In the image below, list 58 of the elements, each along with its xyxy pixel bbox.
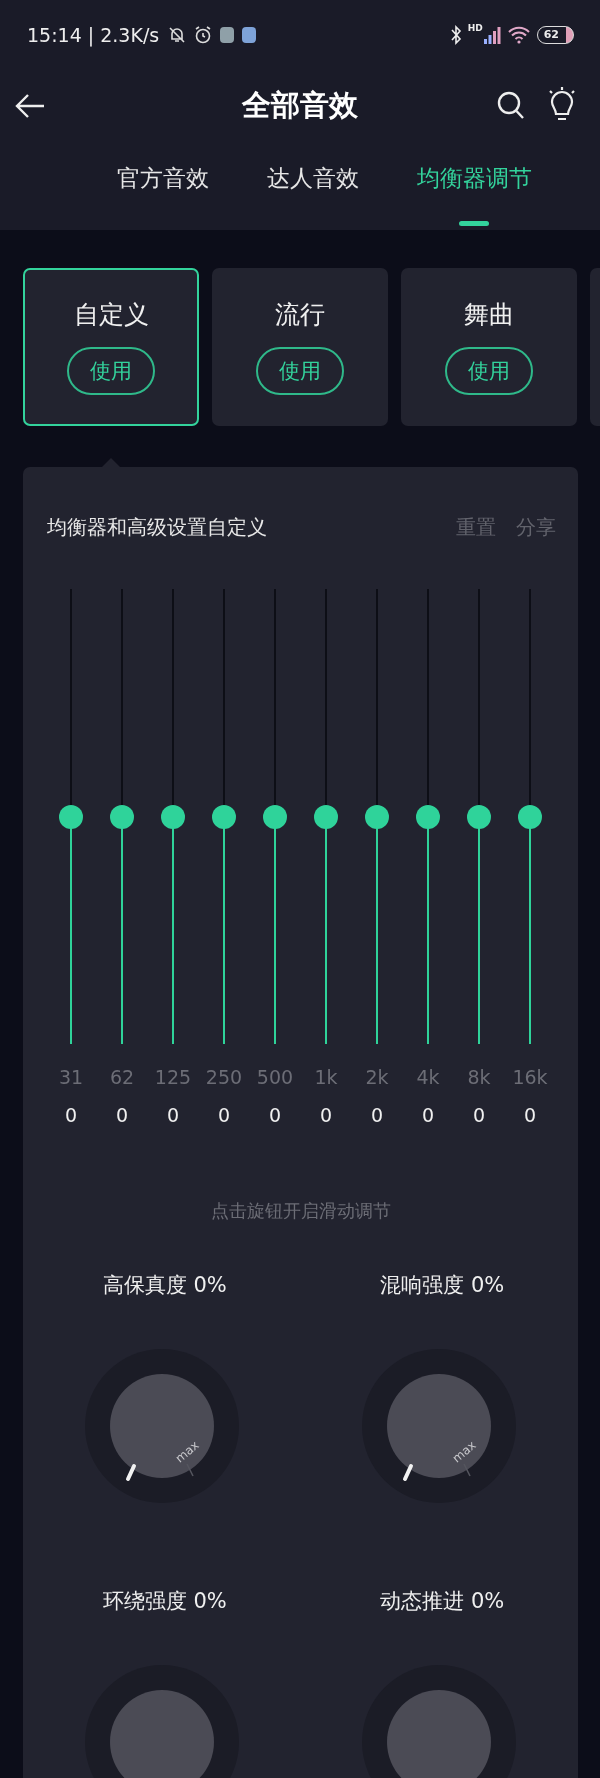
slider-thumb[interactable] bbox=[212, 804, 236, 829]
band-value: 0 bbox=[217, 1104, 231, 1126]
frequency-label: 16k bbox=[512, 1066, 548, 1088]
slider-thumb[interactable] bbox=[59, 804, 83, 829]
slider-thumb[interactable] bbox=[161, 804, 185, 829]
network-label: HD bbox=[467, 23, 483, 33]
panel-title: 均衡器和高级设置自定义 bbox=[47, 513, 267, 541]
use-button[interactable]: 使用 bbox=[256, 347, 344, 395]
knob-label: 混响强度 0% bbox=[379, 1272, 505, 1299]
tab[interactable]: 均衡器调节 bbox=[408, 142, 540, 228]
app-icon bbox=[241, 26, 258, 44]
bluetooth-icon bbox=[449, 24, 462, 46]
band-value: 0 bbox=[370, 1104, 384, 1126]
knob-label: 动态推进 0% bbox=[379, 1588, 505, 1615]
preset-card[interactable]: 流行 使用 bbox=[212, 268, 388, 426]
preset-name: 舞曲 bbox=[464, 299, 514, 331]
frequency-label: 31 bbox=[58, 1066, 84, 1088]
hint-text: 点击旋钮开启滑动调节 bbox=[209, 1199, 392, 1223]
band-value: 0 bbox=[268, 1104, 282, 1126]
band-value: 0 bbox=[319, 1104, 333, 1126]
page-title: 全部音效 bbox=[241, 87, 359, 124]
tab[interactable]: 达人音效 bbox=[258, 142, 367, 228]
band-value: 0 bbox=[64, 1104, 78, 1126]
slider-thumb[interactable] bbox=[518, 804, 542, 829]
slider-thumb[interactable] bbox=[263, 804, 287, 829]
frequency-label: 250 bbox=[205, 1066, 243, 1088]
app-icon bbox=[219, 26, 236, 44]
status-time: 15:14 | 2.3K/s bbox=[27, 24, 160, 46]
frequency-label: 2k bbox=[365, 1066, 389, 1088]
preset-card[interactable]: 自定义 使用 bbox=[23, 268, 199, 426]
frequency-label: 125 bbox=[154, 1066, 192, 1088]
preset-card[interactable]: 舞曲 使用 bbox=[401, 268, 577, 426]
band-value: 0 bbox=[523, 1104, 537, 1126]
use-button[interactable]: 使用 bbox=[445, 347, 533, 395]
preset-name: 流行 bbox=[275, 299, 325, 331]
frequency-label: 62 bbox=[109, 1066, 135, 1088]
band-value: 0 bbox=[115, 1104, 129, 1126]
tab[interactable]: 官方音效 bbox=[108, 142, 217, 228]
slider-thumb[interactable] bbox=[314, 804, 338, 829]
knob-label: 高保真度 0% bbox=[101, 1272, 227, 1299]
use-button[interactable]: 使用 bbox=[67, 347, 155, 395]
back-arrow-icon[interactable] bbox=[14, 92, 46, 120]
knob-label: 环绕强度 0% bbox=[101, 1588, 227, 1615]
slider-thumb[interactable] bbox=[365, 804, 389, 829]
frequency-label: 1k bbox=[314, 1066, 338, 1088]
frequency-label: 8k bbox=[467, 1066, 491, 1088]
band-value: 0 bbox=[421, 1104, 435, 1126]
slider-thumb[interactable] bbox=[416, 804, 440, 829]
frequency-label: 500 bbox=[256, 1066, 294, 1088]
battery-indicator: 62 bbox=[536, 26, 574, 44]
band-value: 0 bbox=[472, 1104, 486, 1126]
frequency-label: 4k bbox=[416, 1066, 440, 1088]
wifi-icon bbox=[506, 25, 531, 45]
slider-thumb[interactable] bbox=[110, 804, 134, 829]
signal-icon bbox=[482, 25, 501, 45]
slider-thumb[interactable] bbox=[467, 804, 491, 829]
preset-name: 自定义 bbox=[73, 299, 149, 331]
band-value: 0 bbox=[166, 1104, 180, 1126]
